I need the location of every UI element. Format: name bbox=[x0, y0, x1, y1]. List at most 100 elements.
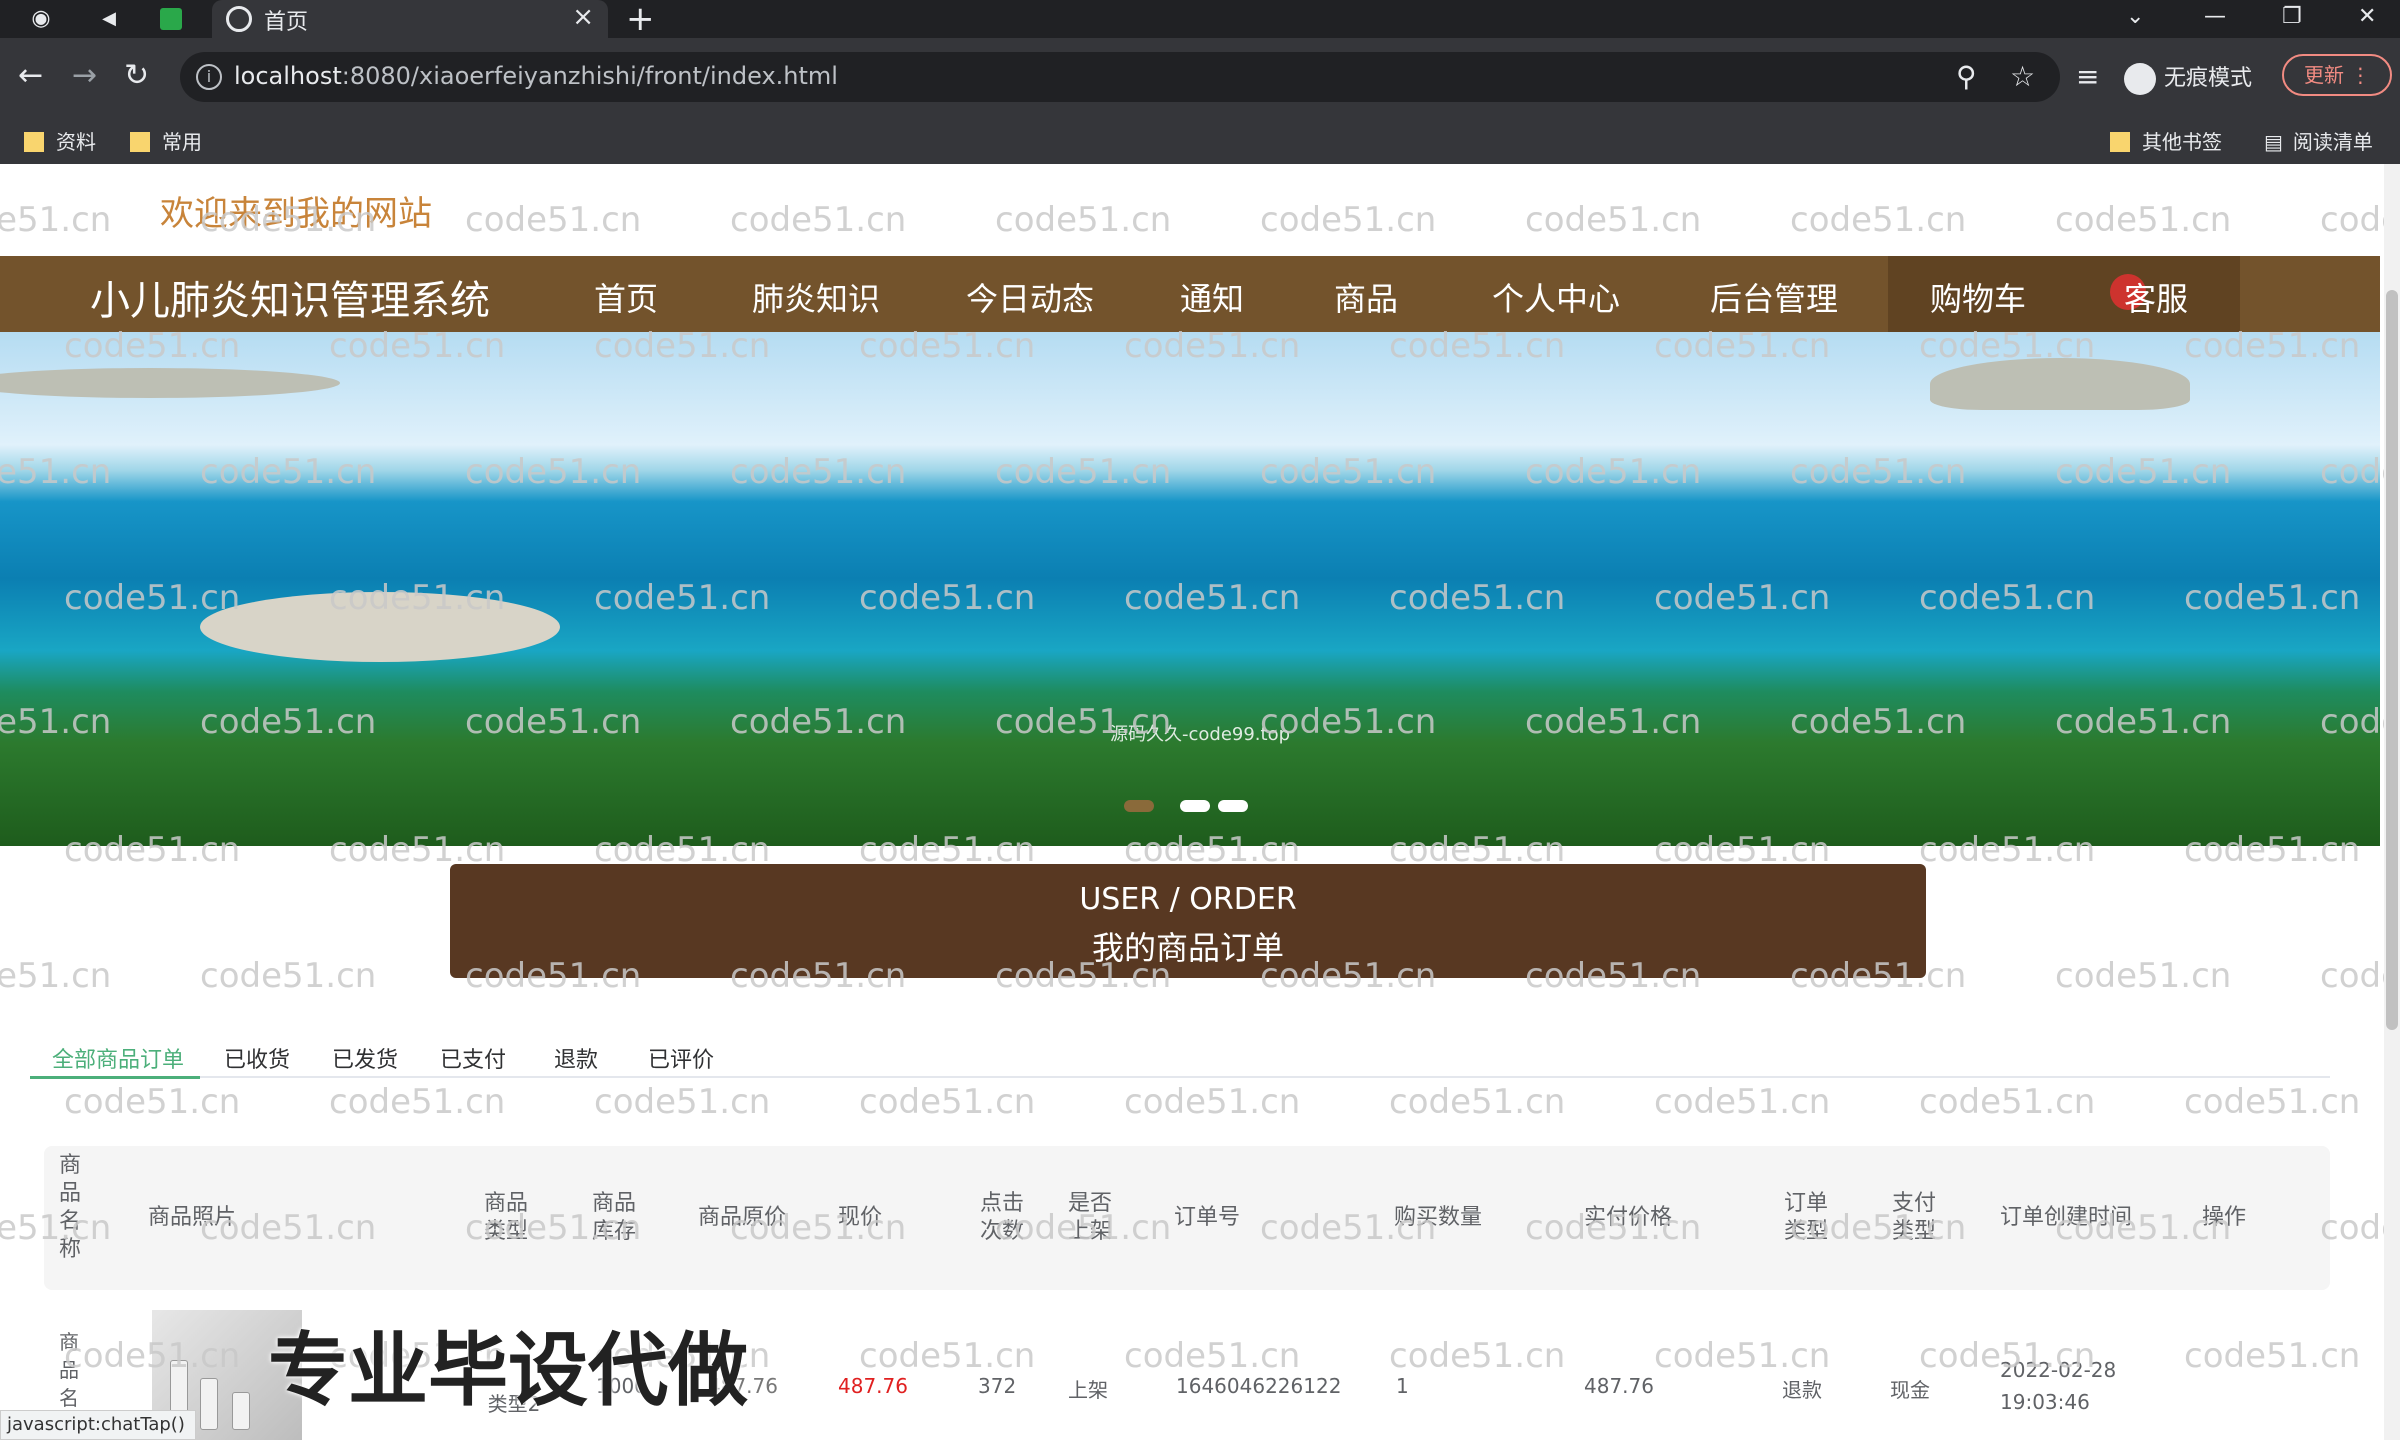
carousel-dot[interactable] bbox=[1218, 800, 1248, 812]
reload-icon[interactable]: ↻ bbox=[124, 58, 149, 93]
main-navbar: 小儿肺炎知识管理系统 首页 肺炎知识 今日动态 通知 商品 个人中心 后台管理 … bbox=[0, 256, 2380, 332]
close-tab-icon[interactable]: × bbox=[572, 2, 594, 32]
watermark-text: code51.cn bbox=[64, 1082, 241, 1122]
nav-home[interactable]: 首页 bbox=[594, 274, 658, 320]
back-icon[interactable]: ← bbox=[18, 58, 43, 93]
tab-shipped[interactable]: 已发货 bbox=[332, 1042, 398, 1074]
table-header: 商品名称 商品照片 商品类型 商品库存 商品原价 现价 点击次数 是否上架 订单… bbox=[44, 1146, 2330, 1290]
mute-icon[interactable]: ◀ bbox=[96, 6, 122, 32]
col-header: 实付价格 bbox=[1584, 1205, 1673, 1230]
tab-title: 首页 bbox=[264, 10, 309, 35]
bookmarks-bar: 资料 常用 其他书签 ▤ 阅读清单 bbox=[0, 114, 2400, 164]
incognito-icon bbox=[2124, 63, 2156, 95]
promo-overlay-text: 专业毕设代做 bbox=[268, 1324, 748, 1417]
bookmark-folder[interactable]: 资料 bbox=[24, 126, 96, 155]
watermark-text: code51.cn bbox=[1389, 1082, 1566, 1122]
update-button[interactable]: 更新 ⋮ bbox=[2282, 54, 2392, 96]
cell-current-price: 487.76 bbox=[838, 1374, 908, 1398]
watermark-text: code51.cn bbox=[1790, 200, 1967, 240]
watermark-text: code51.cn bbox=[2184, 1336, 2361, 1376]
page-content: 欢迎来到我的网站 小儿肺炎知识管理系统 首页 肺炎知识 今日动态 通知 商品 个… bbox=[0, 164, 2384, 1440]
bookmark-folder[interactable]: 常用 bbox=[130, 126, 202, 155]
watermark-text: code51.cn bbox=[730, 200, 907, 240]
col-header: 订单类型 bbox=[1783, 1191, 1828, 1244]
incognito-indicator[interactable]: 无痕模式 bbox=[2124, 60, 2252, 95]
banner-caption: 源码久久-code99.top bbox=[1110, 724, 1291, 745]
cell-order-no: 1646046226122 bbox=[1176, 1374, 1342, 1398]
nav-today-news[interactable]: 今日动态 bbox=[966, 274, 1094, 320]
nav-pneumonia-knowledge[interactable]: 肺炎知识 bbox=[752, 274, 880, 320]
watermark-text: code51.cn bbox=[859, 1336, 1036, 1376]
carousel-dot[interactable] bbox=[1180, 800, 1210, 812]
watermark-text: code51.cn bbox=[1389, 1336, 1566, 1376]
nav-customer-service[interactable]: 客服 bbox=[2124, 274, 2188, 320]
restore-icon[interactable]: ❐ bbox=[2282, 0, 2302, 34]
cell-paid-price: 487.76 bbox=[1584, 1374, 1654, 1398]
sheets-icon[interactable] bbox=[160, 8, 182, 30]
col-header: 订单创建时间 bbox=[2000, 1205, 2133, 1230]
cell-clicks: 372 bbox=[978, 1374, 1017, 1398]
media-icon[interactable]: ≡ bbox=[2076, 60, 2099, 93]
nav-cart[interactable]: 购物车 bbox=[1930, 274, 2026, 320]
cell-product-name: 商品名 bbox=[59, 1330, 79, 1410]
cell-pay-type: 现金 bbox=[1890, 1378, 1930, 1402]
nav-personal-center[interactable]: 个人中心 bbox=[1492, 274, 1620, 320]
reading-list-icon: ▤ bbox=[2264, 130, 2283, 154]
tab-received[interactable]: 已收货 bbox=[224, 1042, 290, 1074]
folder-icon bbox=[130, 132, 150, 152]
cell-created-time: 19:03:46 bbox=[2000, 1390, 2090, 1414]
watermark-text: code51.cn bbox=[995, 200, 1172, 240]
watermark-text: code51.cn bbox=[2320, 956, 2384, 996]
watermark-text: code51.cn bbox=[594, 1082, 771, 1122]
tab-reviewed[interactable]: 已评价 bbox=[648, 1042, 714, 1074]
carousel-dot[interactable] bbox=[1124, 800, 1154, 812]
minimize-icon[interactable]: — bbox=[2204, 0, 2226, 34]
watermark-text: code51.cn bbox=[1919, 1082, 2096, 1122]
col-header: 商品库存 bbox=[591, 1191, 636, 1244]
bottle-shape bbox=[232, 1392, 250, 1430]
new-tab-icon[interactable]: + bbox=[626, 0, 655, 38]
reading-list[interactable]: ▤ 阅读清单 bbox=[2264, 126, 2373, 155]
col-header: 点击次数 bbox=[979, 1191, 1024, 1244]
watermark-text: code51.cn bbox=[200, 956, 377, 996]
col-header: 是否上架 bbox=[1067, 1191, 1112, 1244]
col-header: 商品照片 bbox=[148, 1205, 237, 1230]
nav-notice[interactable]: 通知 bbox=[1180, 274, 1244, 320]
col-header: 订单号 bbox=[1174, 1205, 1241, 1230]
tab-refund[interactable]: 退款 bbox=[554, 1042, 598, 1074]
watermark-text: code51.cn bbox=[2055, 956, 2232, 996]
cell-qty: 1 bbox=[1396, 1374, 1409, 1398]
watermark-text: code51.cn bbox=[1124, 1082, 1301, 1122]
url-text[interactable]: localhost:8080/xiaoerfeiyanzhishi/front/… bbox=[234, 62, 838, 90]
browser-tab[interactable]: 首页 × bbox=[212, 0, 608, 38]
welcome-text: 欢迎来到我的网站 bbox=[160, 194, 432, 234]
watermark-text: code51.cn bbox=[859, 1082, 1036, 1122]
folder-icon bbox=[2110, 132, 2130, 152]
more-icon: ⋮ bbox=[2350, 63, 2371, 87]
island-shape bbox=[1930, 358, 2190, 410]
tab-all-orders[interactable]: 全部商品订单 bbox=[52, 1042, 184, 1074]
carousel-banner[interactable]: 源码久久-code99.top bbox=[0, 332, 2380, 846]
tab-paid[interactable]: 已支付 bbox=[440, 1042, 506, 1074]
cell-created-date: 2022-02-28 bbox=[2000, 1358, 2117, 1382]
order-tabs: 全部商品订单 已收货 已发货 已支付 退款 已评价 bbox=[30, 1038, 2330, 1079]
scrollbar-thumb[interactable] bbox=[2386, 290, 2398, 1030]
other-bookmarks[interactable]: 其他书签 bbox=[2110, 126, 2222, 155]
close-window-icon[interactable]: ✕ bbox=[2358, 0, 2376, 34]
nav-products[interactable]: 商品 bbox=[1334, 274, 1398, 320]
col-header: 支付类型 bbox=[1891, 1191, 1936, 1244]
order-title-cn: 我的商品订单 bbox=[1091, 929, 1284, 967]
col-header: 商品原价 bbox=[698, 1205, 787, 1230]
address-bar[interactable]: i localhost:8080/xiaoerfeiyanzhishi/fron… bbox=[180, 52, 2060, 102]
nav-admin[interactable]: 后台管理 bbox=[1710, 274, 1838, 320]
zoom-icon[interactable]: ⚲ bbox=[1956, 60, 1977, 93]
site-info-icon[interactable]: i bbox=[196, 64, 222, 90]
active-tab-indicator bbox=[30, 1076, 200, 1079]
star-icon[interactable]: ☆ bbox=[2010, 60, 2035, 93]
chevron-down-icon[interactable]: ⌄ bbox=[2126, 0, 2144, 34]
watermark-text: code51.cn bbox=[1525, 200, 1702, 240]
watermark-text: code51.cn bbox=[2320, 200, 2384, 240]
forward-icon[interactable]: → bbox=[72, 58, 97, 93]
bottle-shape bbox=[200, 1378, 218, 1430]
col-header: 商品名称 bbox=[58, 1153, 81, 1262]
